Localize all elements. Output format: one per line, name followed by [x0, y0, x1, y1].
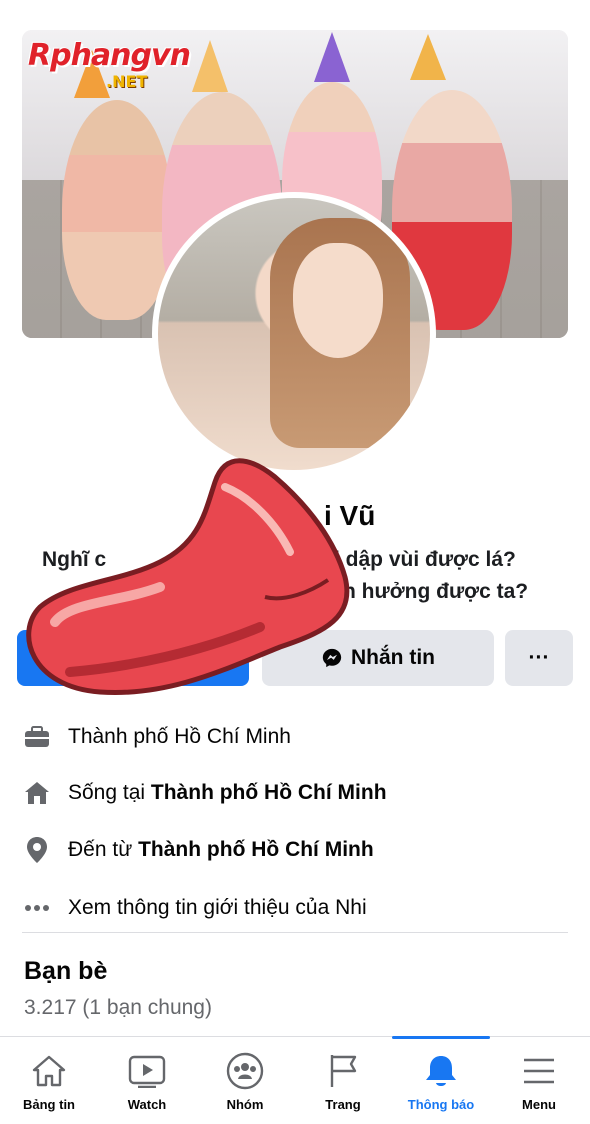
tab-notifications-label: Thông báo [407, 1097, 475, 1112]
watermark-logo: Rphangvn .NET [28, 38, 191, 91]
profile-name: i Vũ [324, 500, 376, 531]
follow-button[interactable]: e [17, 630, 249, 686]
bio-line1-right: i dập vùi được lá? [334, 548, 516, 571]
tab-menu[interactable]: Menu [490, 1037, 588, 1124]
about-work-text: Thành phố Hồ Chí Minh [68, 725, 291, 748]
avatar-photo [158, 198, 430, 470]
friends-section-title[interactable]: Bạn bè [24, 957, 107, 986]
profile-page: Rphangvn .NET i Vũ Nghĩ c i dập vùi được… [0, 0, 590, 1124]
tab-groups-label: Nhóm [226, 1097, 264, 1112]
bio-line2-right: h hưởng được ta? [343, 580, 529, 603]
avatar-face [293, 243, 383, 358]
more-dots-icon: ··· [528, 646, 550, 669]
about-from-row[interactable]: Đến từ Thành phố Hồ Chí Minh [22, 833, 374, 867]
bell-icon [421, 1051, 461, 1091]
tab-groups[interactable]: Nhóm [196, 1037, 294, 1124]
about-from-text: Đến từ Thành phố Hồ Chí Minh [68, 838, 374, 862]
about-lives-row[interactable]: Sống tại Thành phố Hồ Chí Minh [22, 776, 387, 810]
party-hat [192, 40, 228, 92]
briefcase-icon [22, 722, 52, 752]
about-from-prefix: Đến từ [68, 838, 139, 861]
about-see-more-text: Xem thông tin giới thiệu của Nhi [68, 896, 367, 919]
about-lives-city: Thành phố Hồ Chí Minh [150, 781, 387, 804]
party-hat [314, 32, 350, 82]
friends-count: 3.217 (1 bạn chung) [24, 996, 212, 1019]
tab-watch[interactable]: Watch [98, 1037, 196, 1124]
groups-icon [225, 1051, 265, 1091]
bottom-nav-bar: Bảng tin Watch Nhóm Trang Thông báo Menu [0, 1036, 590, 1124]
home-icon [22, 778, 52, 808]
message-button-label: Nhắn tin [351, 646, 435, 669]
about-see-more-row[interactable]: Xem thông tin giới thiệu của Nhi [22, 891, 367, 925]
about-lives-prefix: Sống tại [68, 781, 151, 804]
hamburger-menu-icon [519, 1051, 559, 1091]
tab-notifications[interactable]: Thông báo [392, 1036, 490, 1124]
cover-person-1 [62, 100, 172, 320]
tab-pages[interactable]: Trang [294, 1037, 392, 1124]
message-button[interactable]: Nhắn tin [262, 630, 494, 686]
location-pin-icon [22, 835, 52, 865]
home-outline-icon [29, 1051, 69, 1091]
about-lives-text: Sống tại Thành phố Hồ Chí Minh [68, 781, 387, 805]
tab-pages-label: Trang [325, 1097, 361, 1112]
tab-menu-label: Menu [522, 1097, 556, 1112]
profile-avatar[interactable] [152, 192, 436, 476]
section-separator [22, 932, 568, 933]
tab-news-feed-label: Bảng tin [23, 1097, 75, 1112]
about-work-row[interactable]: Thành phố Hồ Chí Minh [22, 720, 291, 754]
tab-watch-label: Watch [127, 1097, 167, 1112]
flag-icon [323, 1051, 363, 1091]
tab-news-feed[interactable]: Bảng tin [0, 1037, 98, 1124]
watch-play-icon [127, 1051, 167, 1091]
follow-button-label: e [215, 646, 227, 669]
about-from-city: Thành phố Hồ Chí Minh [138, 838, 374, 861]
more-dots-icon [22, 893, 52, 923]
messenger-icon [322, 648, 342, 668]
bio-line1-left: Nghĩ c [42, 548, 107, 571]
more-options-button[interactable]: ··· [505, 630, 573, 686]
party-hat [410, 34, 446, 80]
